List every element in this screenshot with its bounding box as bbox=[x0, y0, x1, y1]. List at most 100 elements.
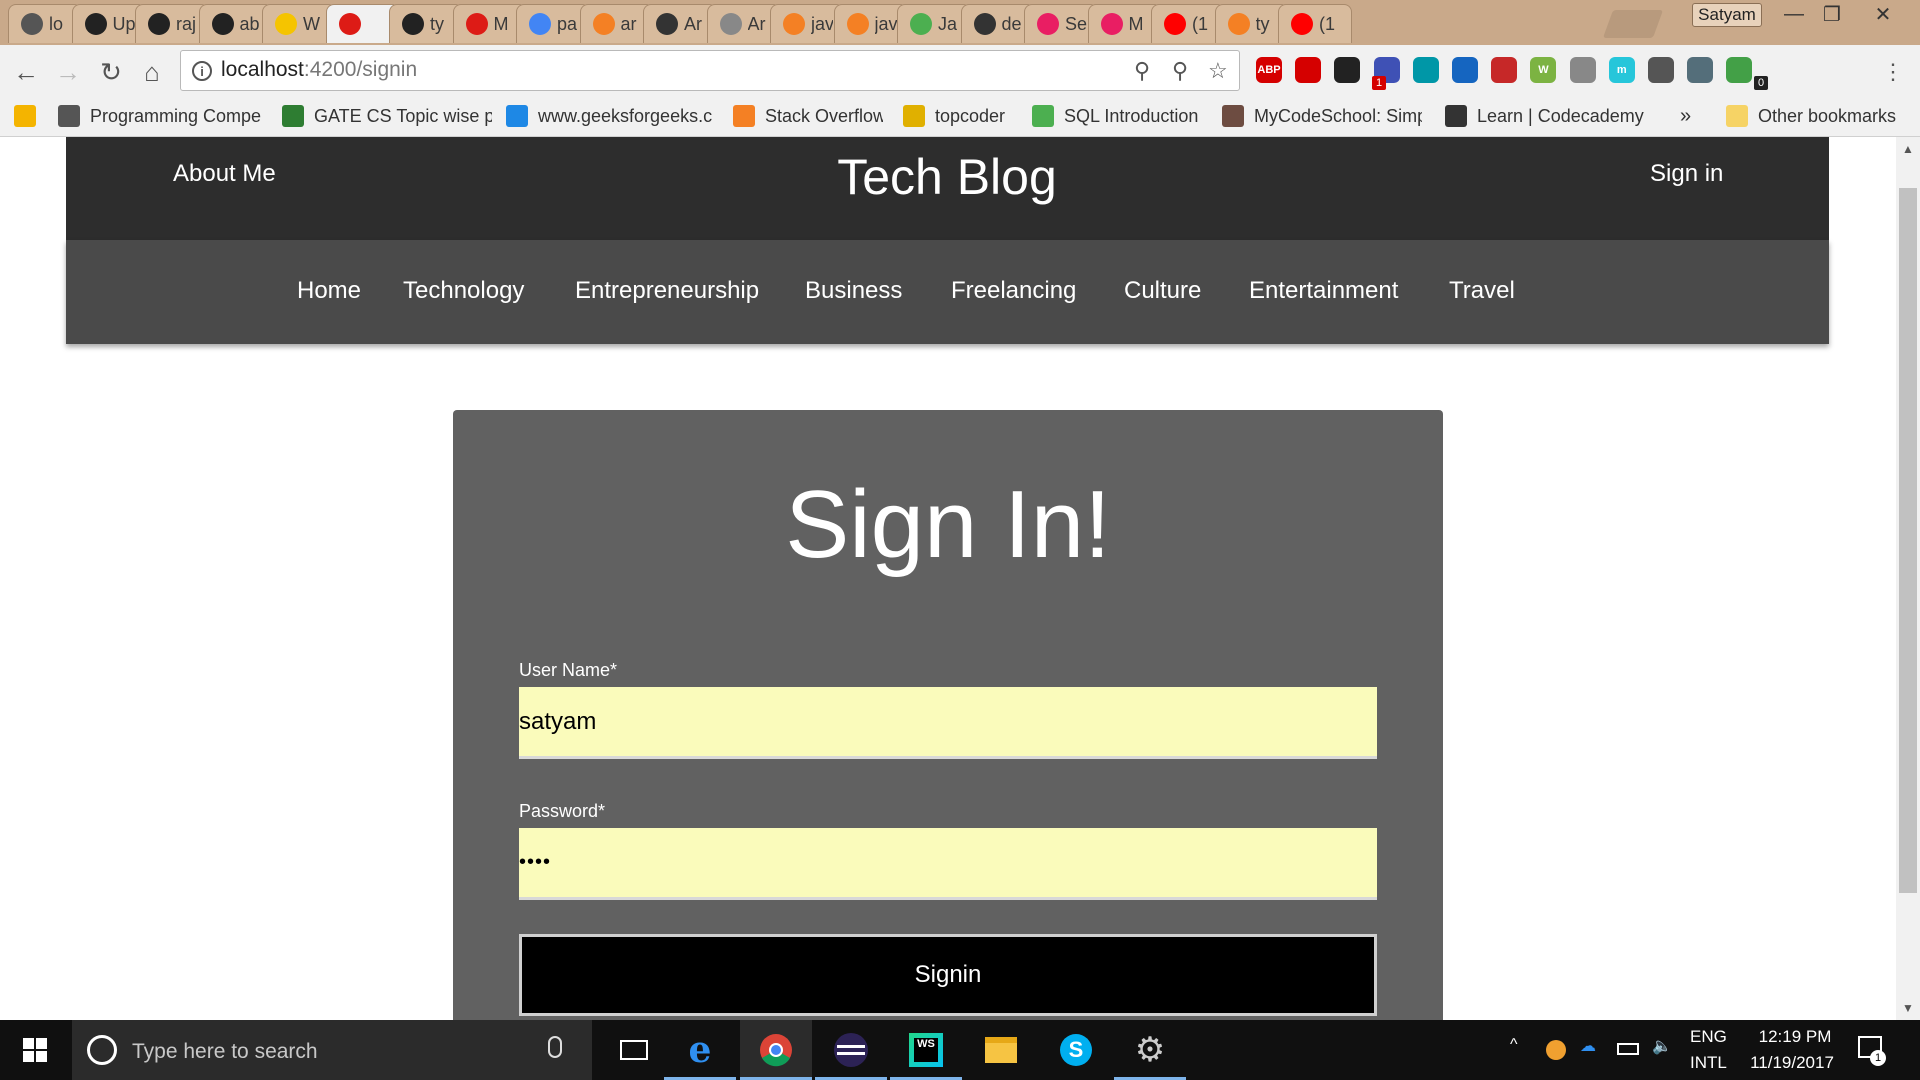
bookmark-item[interactable]: Stack Overflow bbox=[733, 104, 883, 128]
sheet-icon[interactable] bbox=[1726, 57, 1753, 83]
eclipse-icon[interactable] bbox=[815, 1020, 887, 1080]
battery-icon[interactable] bbox=[1617, 1043, 1639, 1055]
scroll-down-arrow-icon[interactable]: ▼ bbox=[1896, 996, 1920, 1020]
webstorm-icon[interactable]: WS bbox=[890, 1020, 962, 1080]
browser-tab[interactable]: ty bbox=[389, 4, 463, 43]
taskbar-search-placeholder: Type here to search bbox=[132, 1040, 318, 1063]
nav-item-entertainment[interactable]: Entertainment bbox=[1249, 277, 1398, 305]
forward-button[interactable]: → bbox=[52, 56, 84, 88]
bookmark-item[interactable]: GATE CS Topic wise p bbox=[282, 104, 492, 128]
browser-tab[interactable]: Se bbox=[1024, 4, 1098, 43]
about-me-link[interactable]: About Me bbox=[173, 160, 276, 188]
site-title[interactable]: Tech Blog bbox=[700, 148, 1194, 206]
scroll-up-arrow-icon[interactable]: ▲ bbox=[1896, 137, 1920, 161]
keyboard-layout-indicator[interactable]: INTL bbox=[1690, 1053, 1727, 1073]
browser-tab[interactable]: lo bbox=[8, 4, 82, 43]
bookmarks-overflow-button[interactable]: » bbox=[1680, 104, 1691, 128]
chrome-icon[interactable] bbox=[740, 1020, 812, 1080]
browser-tab[interactable]: Ja bbox=[897, 4, 971, 43]
nav-item-entrepreneurship[interactable]: Entrepreneurship bbox=[575, 277, 759, 305]
volume-icon[interactable]: 🔈 bbox=[1652, 1036, 1672, 1056]
browser-tab[interactable]: pa bbox=[516, 4, 590, 43]
bookmark-item[interactable] bbox=[14, 104, 36, 128]
lock-icon[interactable] bbox=[1648, 57, 1674, 83]
browser-tab[interactable]: Ar bbox=[643, 4, 717, 43]
settings-app-icon[interactable]: ⚙ bbox=[1114, 1020, 1186, 1080]
wave-icon[interactable] bbox=[1412, 57, 1439, 83]
tab-title: ty bbox=[430, 13, 445, 34]
bookmark-icon[interactable] bbox=[1452, 57, 1478, 83]
lines-icon bbox=[719, 13, 742, 35]
browser-tab[interactable]: raj bbox=[135, 4, 209, 43]
gear-icon[interactable] bbox=[1569, 57, 1596, 83]
tab-title: raj bbox=[176, 13, 197, 34]
bookmark-label: Programming Compe bbox=[90, 105, 262, 126]
m-icon[interactable]: m bbox=[1608, 57, 1635, 83]
rewind-icon[interactable] bbox=[1491, 57, 1518, 83]
bookmark-item[interactable]: topcoder bbox=[903, 104, 1013, 128]
clock-time[interactable]: 12:19 PM bbox=[1750, 1027, 1840, 1047]
w-icon[interactable]: W bbox=[1530, 57, 1557, 83]
info-icon[interactable]: i bbox=[192, 61, 212, 81]
gate-icon bbox=[282, 105, 304, 127]
other-bookmarks[interactable]: Other bookmarks bbox=[1726, 104, 1896, 128]
bookmark-item[interactable]: Learn | Codecademy bbox=[1445, 104, 1645, 128]
edge-icon[interactable]: e bbox=[664, 1020, 736, 1080]
bookmark-item[interactable]: Programming Compe bbox=[58, 104, 264, 128]
url-text[interactable]: localhost:4200/signin bbox=[221, 58, 417, 82]
bookmark-label: topcoder bbox=[935, 105, 1006, 126]
eye-icon[interactable] bbox=[1687, 57, 1714, 83]
play-icon bbox=[1100, 13, 1123, 35]
back-button[interactable]: ← bbox=[10, 56, 42, 88]
angular-icon bbox=[465, 13, 488, 35]
stackoverflow-icon bbox=[592, 13, 615, 35]
restore-button[interactable]: ❐ bbox=[1805, 0, 1859, 28]
play-icon bbox=[1037, 13, 1059, 35]
bookmark-item[interactable]: www.geeksforgeeks.c bbox=[506, 104, 712, 128]
new-tab-button[interactable] bbox=[1602, 10, 1664, 38]
browser-tab[interactable]: W bbox=[262, 4, 336, 43]
bookmark-item[interactable]: SQL Introduction bbox=[1032, 104, 1202, 128]
show-hidden-icons[interactable]: ^ bbox=[1510, 1036, 1518, 1054]
tab-title: W bbox=[303, 13, 320, 34]
nav-item-home[interactable]: Home bbox=[297, 277, 361, 305]
clock-date[interactable]: 11/19/2017 bbox=[1742, 1053, 1842, 1073]
nav-item-freelancing[interactable]: Freelancing bbox=[951, 277, 1076, 305]
reload-button[interactable]: ↻ bbox=[95, 56, 127, 88]
browser-tab[interactable]: (1 bbox=[1151, 4, 1225, 43]
bookmark-item[interactable]: MyCodeSchool: Simp bbox=[1222, 104, 1422, 128]
username-input[interactable] bbox=[519, 687, 1377, 759]
skype-icon[interactable]: S bbox=[1040, 1020, 1112, 1080]
nav-item-business[interactable]: Business bbox=[805, 277, 902, 305]
bookmark-label: SQL Introduction bbox=[1064, 105, 1199, 126]
scrollbar-thumb[interactable] bbox=[1899, 188, 1917, 893]
file-explorer-icon[interactable] bbox=[965, 1020, 1037, 1080]
close-window-button[interactable]: ✕ bbox=[1856, 0, 1910, 28]
onedrive-icon[interactable]: ☁ bbox=[1580, 1036, 1596, 1056]
tab-title: (1 bbox=[1192, 13, 1209, 34]
key-icon[interactable]: ⚲ bbox=[1172, 58, 1188, 84]
browser-tab[interactable]: jav bbox=[770, 4, 844, 43]
adblock-icon[interactable]: ABP bbox=[1256, 57, 1282, 83]
password-input[interactable]: •••• bbox=[519, 828, 1377, 900]
profile-button[interactable]: Satyam bbox=[1692, 3, 1762, 27]
menu-icon[interactable]: ⋮ bbox=[1877, 56, 1909, 88]
ghost-icon[interactable] bbox=[1334, 57, 1361, 83]
signin-button[interactable]: Signin bbox=[519, 934, 1377, 1016]
opera-icon[interactable] bbox=[1295, 57, 1322, 83]
zoom-icon[interactable]: ⚲ bbox=[1134, 58, 1150, 84]
tab-title: (1 bbox=[1319, 13, 1336, 34]
tray-app-icon[interactable] bbox=[1546, 1040, 1566, 1060]
home-button[interactable]: ⌂ bbox=[136, 56, 168, 88]
nav-item-travel[interactable]: Travel bbox=[1449, 277, 1515, 305]
nav-item-culture[interactable]: Culture bbox=[1124, 277, 1201, 305]
microphone-icon[interactable] bbox=[548, 1036, 562, 1058]
language-indicator[interactable]: ENG bbox=[1690, 1027, 1727, 1047]
star-icon[interactable]: ☆ bbox=[1208, 58, 1228, 84]
task-view-icon[interactable] bbox=[598, 1020, 670, 1080]
nav-item-technology[interactable]: Technology bbox=[403, 277, 524, 305]
start-button[interactable] bbox=[0, 1020, 70, 1080]
other-bookmarks-label: Other bookmarks bbox=[1758, 105, 1897, 126]
browser-tab[interactable]: (1 bbox=[1278, 4, 1352, 43]
sign-in-link[interactable]: Sign in bbox=[1650, 160, 1723, 188]
